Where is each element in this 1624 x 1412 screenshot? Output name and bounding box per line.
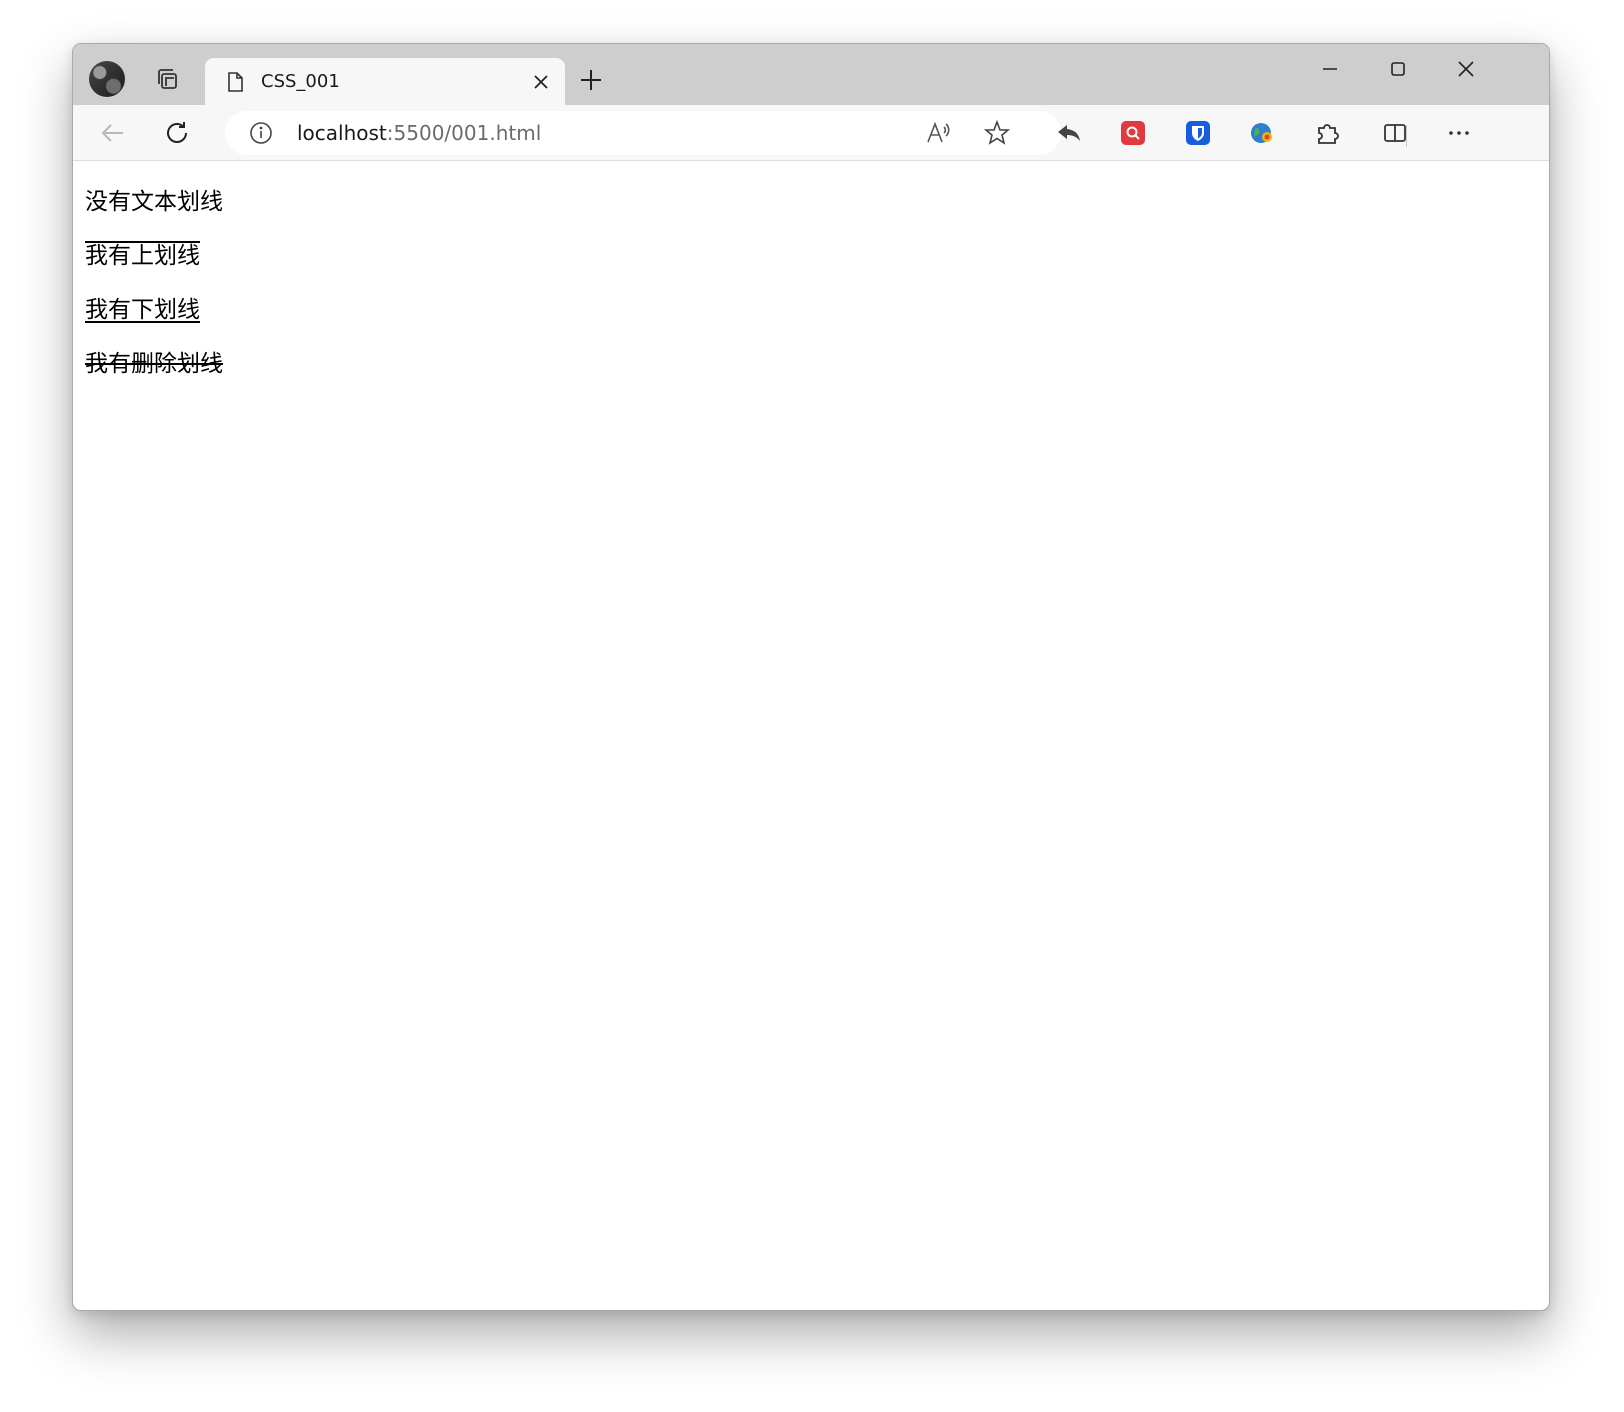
reply-arrow-icon[interactable] [1053, 117, 1085, 149]
more-icon[interactable] [1443, 117, 1475, 149]
puzzle-icon[interactable] [1311, 117, 1343, 149]
tab-title: CSS_001 [261, 71, 340, 92]
text-underline: 我有下划线 [85, 297, 200, 323]
text-overline: 我有上划线 [85, 243, 200, 269]
browser-window: CSS_001 localhost:5500/001.html 没有文本划线 我… [72, 43, 1550, 1311]
back-arrow-icon[interactable] [97, 117, 129, 149]
url-host: localhost [297, 121, 387, 145]
split-screen-icon[interactable] [1379, 117, 1411, 149]
tab-active[interactable]: CSS_001 [205, 58, 565, 105]
toolbar: localhost:5500/001.html [73, 105, 1549, 161]
read-aloud-icon[interactable] [925, 120, 951, 146]
tab-close-icon[interactable] [529, 70, 553, 94]
profile-avatar[interactable] [89, 61, 125, 97]
globe-extension-icon[interactable] [1246, 117, 1278, 149]
new-tab-button[interactable] [577, 66, 605, 94]
minimize-button[interactable] [1307, 54, 1353, 84]
search-extension-icon[interactable] [1117, 117, 1149, 149]
workspaces-icon[interactable] [151, 63, 183, 95]
address-bar[interactable]: localhost:5500/001.html [225, 111, 1061, 155]
text-no-decoration: 没有文本划线 [85, 189, 223, 215]
info-icon[interactable] [249, 121, 273, 145]
refresh-icon[interactable] [161, 117, 193, 149]
maximize-button[interactable] [1375, 54, 1421, 84]
bitwarden-shield-icon[interactable] [1182, 117, 1214, 149]
url-text[interactable]: localhost:5500/001.html [297, 121, 541, 145]
tab-strip: CSS_001 [73, 44, 1549, 105]
page-icon [223, 70, 247, 94]
text-line-through: 我有删除划线 [85, 351, 223, 377]
page-content: 没有文本划线 我有上划线 我有下划线 我有删除划线 [85, 161, 1549, 1310]
star-icon[interactable] [983, 119, 1011, 146]
close-window-button[interactable] [1443, 54, 1489, 84]
url-path: :5500/001.html [386, 121, 542, 145]
